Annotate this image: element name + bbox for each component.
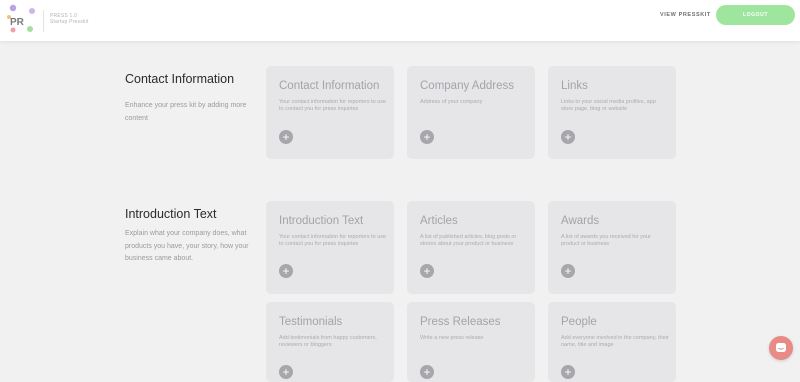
logo-divider: [43, 10, 44, 32]
card-description: Add everyone involved in the company, th…: [561, 335, 669, 349]
card-title: Introduction Text: [279, 215, 364, 227]
brand-tagline: Startup Presskit: [50, 19, 89, 25]
svg-text:PR: PR: [10, 17, 25, 28]
section-description-contact: Enhance your press kit by adding more co…: [125, 102, 247, 122]
add-button[interactable]: +: [561, 264, 575, 278]
card-description: Add testimonials from happy customers, r…: [279, 335, 377, 349]
card-introduction-text[interactable]: Introduction Text Your contact informati…: [266, 201, 394, 294]
card-people[interactable]: People Add everyone involved in the comp…: [548, 302, 676, 382]
card-title: Contact Information: [279, 80, 380, 92]
card-press-releases[interactable]: Press Releases Write a new press release…: [407, 302, 535, 382]
add-button[interactable]: +: [279, 264, 293, 278]
add-button[interactable]: +: [561, 365, 575, 379]
card-description: Address of your company: [420, 99, 483, 105]
section-description-introduction: Explain what your company does, what pro…: [125, 230, 249, 262]
card-articles[interactable]: Articles A list of published articles, b…: [407, 201, 535, 294]
add-button[interactable]: +: [420, 264, 434, 278]
chat-icon: [776, 343, 786, 352]
card-title: Links: [561, 80, 588, 92]
card-title: Testimonials: [279, 316, 343, 328]
add-button[interactable]: +: [279, 130, 293, 144]
card-title: Press Releases: [420, 316, 501, 328]
card-description: A list of awards you received for your p…: [561, 234, 651, 248]
top-header: PR PRESS 1.0 Startup Presskit VIEW PRESS…: [0, 0, 800, 41]
card-contact-information[interactable]: Contact Information Your contact informa…: [266, 66, 394, 159]
card-company-address[interactable]: Company Address Address of your company …: [407, 66, 535, 159]
add-button[interactable]: +: [420, 130, 434, 144]
card-awards[interactable]: Awards A list of awards you received for…: [548, 201, 676, 294]
card-title: People: [561, 316, 597, 328]
card-links[interactable]: Links Links to your social media profile…: [548, 66, 676, 159]
card-title: Company Address: [420, 80, 514, 92]
add-button[interactable]: +: [420, 365, 434, 379]
card-description: Your contact information for reporters t…: [279, 99, 387, 113]
add-button[interactable]: +: [561, 130, 575, 144]
section-title-introduction: Introduction Text: [125, 207, 217, 221]
card-description: Links to your social media profiles, app…: [561, 99, 656, 113]
card-description: Write a new press release: [420, 335, 484, 341]
card-description: Your contact information for reporters t…: [279, 234, 387, 248]
card-title: Awards: [561, 215, 600, 227]
logout-button[interactable]: LOGOUT: [716, 5, 795, 25]
card-testimonials[interactable]: Testimonials Add testimonials from happy…: [266, 302, 394, 382]
add-button[interactable]: +: [279, 365, 293, 379]
chat-launcher-button[interactable]: [769, 336, 793, 360]
view-presskit-link[interactable]: VIEW PRESSKIT: [660, 12, 711, 18]
section-title-contact: Contact Information: [125, 72, 235, 86]
card-description: A list of published articles, blog posts…: [420, 234, 517, 248]
card-title: Articles: [420, 215, 458, 227]
press-logo-icon[interactable]: PR: [5, 4, 39, 34]
